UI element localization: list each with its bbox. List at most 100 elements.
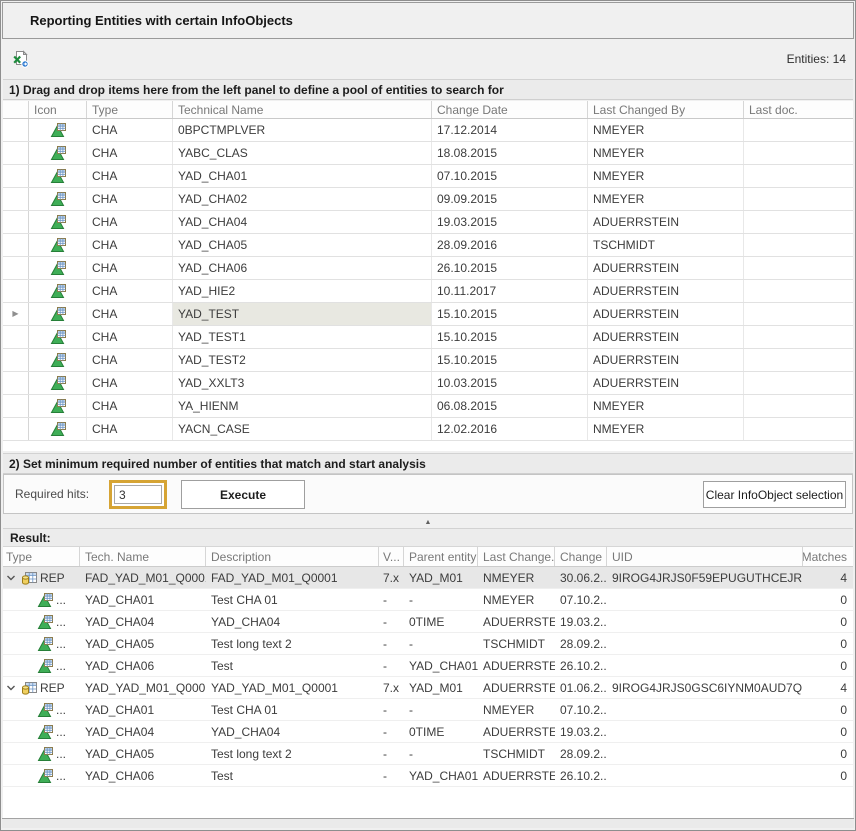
cell-change-date: 26.10.2... bbox=[555, 655, 607, 676]
cell-description: YAD_CHA04 bbox=[206, 721, 379, 742]
cell-change-date: 15.10.2015 bbox=[432, 349, 588, 371]
cell-type-label: ... bbox=[56, 747, 66, 761]
pool-table-row[interactable]: ▶ CHA YABC_CLAS 18.08.2015 NMEYER bbox=[3, 142, 853, 165]
result-table-row[interactable]: ... YAD_CHA04 YAD_CHA04 - 0TIME ADUERRST… bbox=[3, 611, 853, 633]
required-hits-field-focus-ring bbox=[109, 480, 167, 509]
result-col-parent-entity[interactable]: Parent entity bbox=[404, 547, 478, 566]
result-table-row[interactable]: ... YAD_CHA05 Test long text 2 - - TSCHM… bbox=[3, 743, 853, 765]
characteristic-icon bbox=[50, 421, 66, 437]
cell-change-date: 19.03.2015 bbox=[432, 211, 588, 233]
cell-technical-name: YAD_CHA02 bbox=[173, 188, 432, 210]
cell-tech-name: YAD_CHA01 bbox=[80, 589, 206, 610]
row-gutter: ▶ bbox=[3, 234, 29, 256]
result-col-last-changed[interactable]: Last Change... bbox=[478, 547, 555, 566]
cell-type: CHA bbox=[87, 211, 173, 233]
clear-infoobject-selection-button[interactable]: Clear InfoObject selection bbox=[703, 481, 846, 508]
result-table-row[interactable]: REP FAD_YAD_M01_Q0001 FAD_YAD_M01_Q0001 … bbox=[3, 567, 853, 589]
result-col-version[interactable]: V... bbox=[379, 547, 404, 566]
pool-col-type[interactable]: Type bbox=[87, 101, 173, 118]
pool-table-row[interactable]: ▶ CHA YAD_CHA04 19.03.2015 ADUERRSTEIN bbox=[3, 211, 853, 234]
result-table-row[interactable]: ... YAD_CHA04 YAD_CHA04 - 0TIME ADUERRST… bbox=[3, 721, 853, 743]
cell-matches: 0 bbox=[803, 633, 853, 654]
pool-table-row[interactable]: ▶ CHA YACN_CASE 12.02.2016 NMEYER bbox=[3, 418, 853, 441]
cell-uid bbox=[607, 589, 803, 610]
result-col-description[interactable]: Description bbox=[206, 547, 379, 566]
cell-type: CHA bbox=[87, 303, 173, 325]
result-table-row[interactable]: ... YAD_CHA06 Test - YAD_CHA01 ADUERRSTE… bbox=[3, 765, 853, 787]
splitter-collapse-icon[interactable]: ▲ bbox=[425, 519, 432, 526]
cell-uid bbox=[607, 699, 803, 720]
cell-version: - bbox=[379, 655, 404, 676]
cell-last-changed-by: NMEYER bbox=[588, 165, 744, 187]
export-to-excel-button[interactable] bbox=[10, 48, 32, 70]
pool-table-row[interactable]: ▶ CHA YAD_HIE2 10.11.2017 ADUERRSTEIN bbox=[3, 280, 853, 303]
cell-type: ... bbox=[3, 633, 80, 654]
pool-table-row[interactable]: ▶ CHA YA_HIENM 06.08.2015 NMEYER bbox=[3, 395, 853, 418]
cell-icon bbox=[29, 395, 87, 417]
result-table-row[interactable]: ... YAD_CHA05 Test long text 2 - - TSCHM… bbox=[3, 633, 853, 655]
result-table: Type Tech. Name Description V... Parent … bbox=[3, 547, 853, 819]
required-hits-input[interactable] bbox=[114, 485, 162, 504]
cell-type: CHA bbox=[87, 257, 173, 279]
pool-col-change-date[interactable]: Change Date bbox=[432, 101, 588, 118]
cell-parent-entity: YAD_CHA01 bbox=[404, 765, 478, 786]
panel-splitter[interactable]: ▲ bbox=[1, 513, 855, 525]
pool-table-row[interactable]: ▶ CHA YAD_CHA01 07.10.2015 NMEYER bbox=[3, 165, 853, 188]
pool-table-row[interactable]: ▶ CHA YAD_TEST2 15.10.2015 ADUERRSTEIN bbox=[3, 349, 853, 372]
cell-uid bbox=[607, 765, 803, 786]
characteristic-icon bbox=[50, 398, 66, 414]
cell-change-date: 15.10.2015 bbox=[432, 303, 588, 325]
cell-last-changed: ADUERRSTE... bbox=[478, 611, 555, 632]
cell-uid bbox=[607, 611, 803, 632]
result-col-type[interactable]: Type bbox=[3, 547, 80, 566]
cell-change-date: 15.10.2015 bbox=[432, 326, 588, 348]
cell-tech-name: FAD_YAD_M01_Q0001 bbox=[80, 567, 206, 588]
pool-col-icon[interactable]: Icon bbox=[29, 101, 87, 118]
expand-collapse-chevron-icon[interactable] bbox=[6, 683, 18, 693]
cell-type: CHA bbox=[87, 395, 173, 417]
result-col-matches[interactable]: Matches bbox=[803, 547, 853, 566]
cell-type: CHA bbox=[87, 326, 173, 348]
cell-type: CHA bbox=[87, 188, 173, 210]
cell-type: REP bbox=[3, 677, 80, 698]
pool-table-row[interactable]: ▶ CHA YAD_CHA05 28.09.2016 TSCHMIDT bbox=[3, 234, 853, 257]
cell-tech-name: YAD_CHA04 bbox=[80, 611, 206, 632]
pool-table-row[interactable]: ▶ CHA YAD_CHA06 26.10.2015 ADUERRSTEIN bbox=[3, 257, 853, 280]
cell-icon bbox=[29, 349, 87, 371]
cell-version: - bbox=[379, 743, 404, 764]
pool-col-last-doc[interactable]: Last doc. bbox=[744, 101, 853, 118]
pool-table-row[interactable]: ▶ CHA YAD_XXLT3 10.03.2015 ADUERRSTEIN bbox=[3, 372, 853, 395]
cell-type-label: ... bbox=[56, 615, 66, 629]
cell-matches: 0 bbox=[803, 743, 853, 764]
cell-tech-name: YAD_YAD_M01_Q0001 bbox=[80, 677, 206, 698]
execute-button[interactable]: Execute bbox=[181, 480, 305, 509]
result-table-row[interactable]: ... YAD_CHA01 Test CHA 01 - - NMEYER 07.… bbox=[3, 589, 853, 611]
pool-col-technical-name[interactable]: Technical Name bbox=[173, 101, 432, 118]
cell-icon bbox=[29, 257, 87, 279]
pool-table-row[interactable]: ▶ CHA YAD_TEST 15.10.2015 ADUERRSTEIN bbox=[3, 303, 853, 326]
result-table-row[interactable]: REP YAD_YAD_M01_Q0001 YAD_YAD_M01_Q0001 … bbox=[3, 677, 853, 699]
pool-col-last-changed-by[interactable]: Last Changed By bbox=[588, 101, 744, 118]
cell-last-doc bbox=[744, 119, 853, 141]
cell-change-date: 09.09.2015 bbox=[432, 188, 588, 210]
cell-last-doc bbox=[744, 418, 853, 440]
result-col-tech-name[interactable]: Tech. Name bbox=[80, 547, 206, 566]
pool-table-row[interactable]: ▶ CHA YAD_CHA02 09.09.2015 NMEYER bbox=[3, 188, 853, 211]
section2-header-text: 2) Set minimum required number of entiti… bbox=[9, 457, 426, 471]
cell-last-changed-by: ADUERRSTEIN bbox=[588, 349, 744, 371]
pool-table-row[interactable]: ▶ CHA 0BPCTMPLVER 17.12.2014 NMEYER bbox=[3, 119, 853, 142]
result-table-row[interactable]: ... YAD_CHA01 Test CHA 01 - - NMEYER 07.… bbox=[3, 699, 853, 721]
cell-technical-name: 0BPCTMPLVER bbox=[173, 119, 432, 141]
expand-collapse-chevron-icon[interactable] bbox=[6, 573, 18, 583]
section1-header-text: 1) Drag and drop items here from the lef… bbox=[9, 83, 504, 97]
cell-type: CHA bbox=[87, 234, 173, 256]
cell-icon bbox=[29, 188, 87, 210]
result-col-change-date[interactable]: Change ... bbox=[555, 547, 607, 566]
result-table-row[interactable]: ... YAD_CHA06 Test - YAD_CHA01 ADUERRSTE… bbox=[3, 655, 853, 677]
pool-table-row[interactable]: ▶ CHA YAD_TEST1 15.10.2015 ADUERRSTEIN bbox=[3, 326, 853, 349]
characteristic-icon bbox=[50, 145, 66, 161]
cell-technical-name: YA_HIENM bbox=[173, 395, 432, 417]
cell-version: 7.x bbox=[379, 567, 404, 588]
result-col-uid[interactable]: UID bbox=[607, 547, 803, 566]
characteristic-icon bbox=[50, 260, 66, 276]
